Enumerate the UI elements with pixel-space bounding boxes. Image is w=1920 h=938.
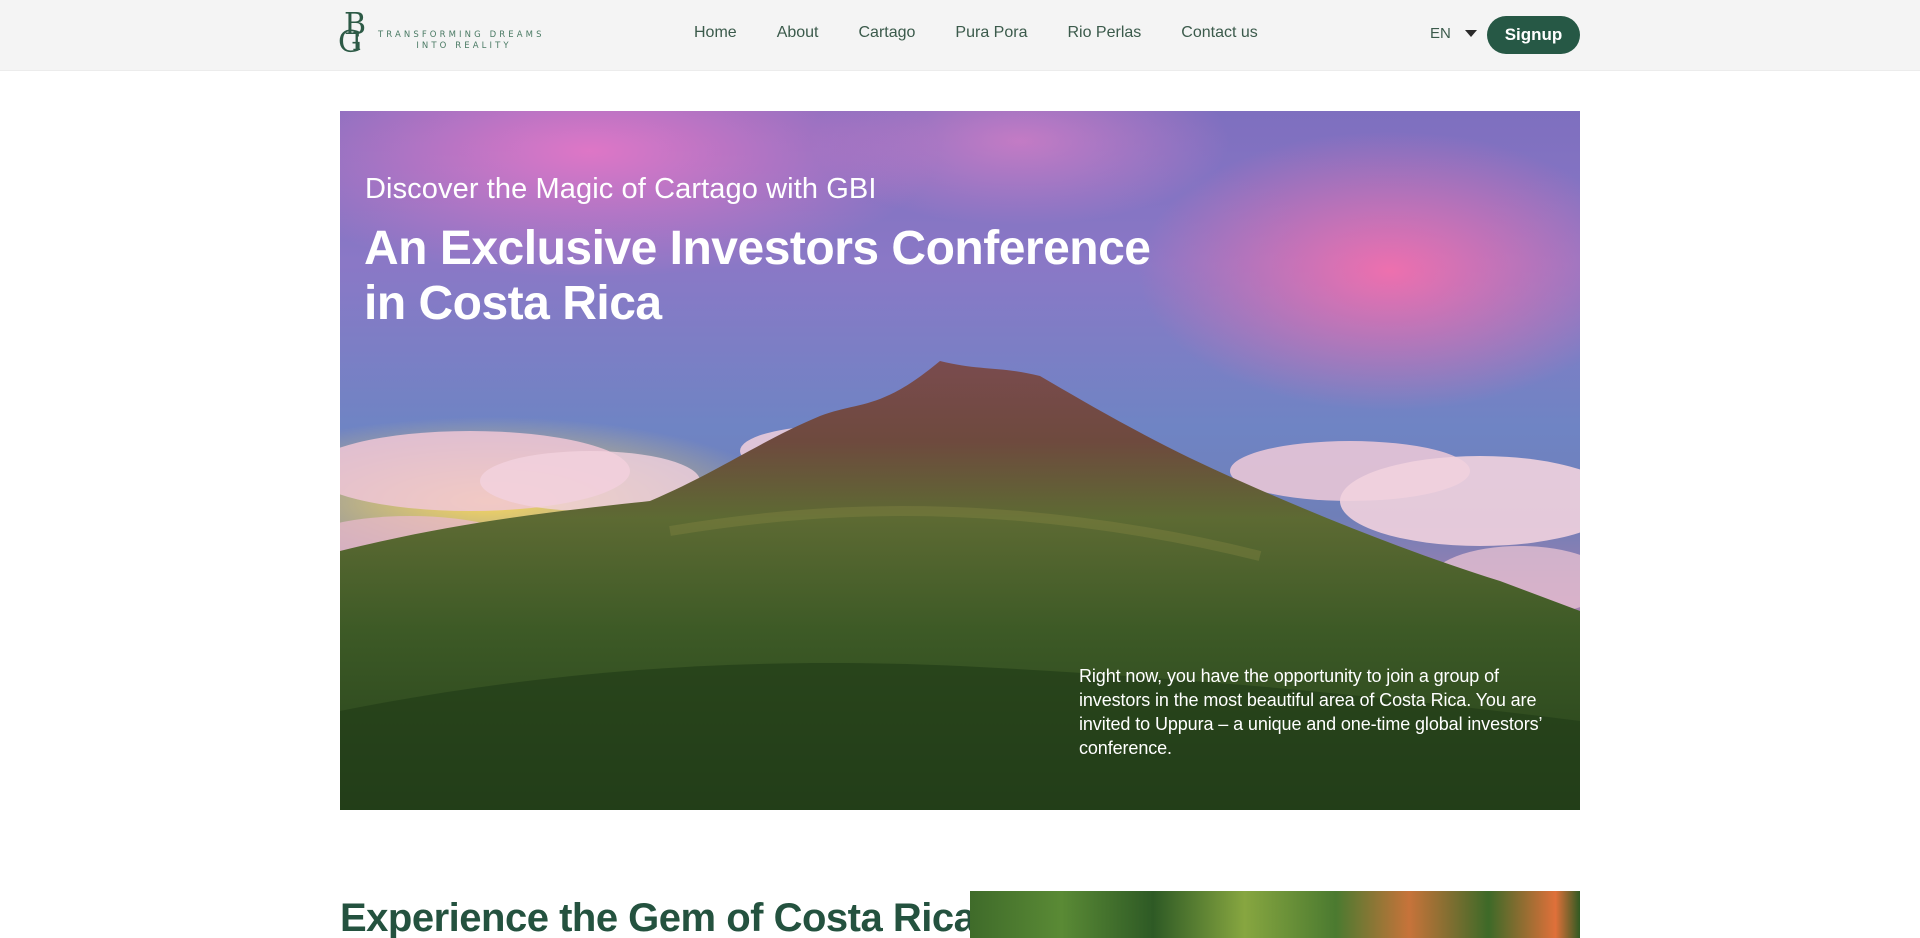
nav-pura-pora[interactable]: Pura Pora: [955, 24, 1027, 42]
hero-banner: Discover the Magic of Cartago with GBI A…: [340, 111, 1580, 810]
gbi-logo[interactable]: B G I TRANSFORMING DREAMS INTO REALITY: [338, 10, 578, 62]
hero-description: Right now, you have the opportunity to j…: [1079, 666, 1542, 758]
main-nav: Home About Cartago Pura Pora Rio Perlas …: [694, 24, 1298, 42]
hero-title: An Exclusive Investors Conference in Cos…: [364, 222, 1151, 330]
tropical-garden-image: [970, 891, 1580, 938]
logo-tagline-line2: INTO REALITY: [416, 41, 512, 51]
language-selector[interactable]: EN: [1430, 25, 1477, 42]
top-navigation-bar: B G I TRANSFORMING DREAMS INTO REALITY H…: [0, 0, 1920, 71]
chevron-down-icon: [1464, 30, 1477, 37]
signup-button[interactable]: Signup: [1487, 16, 1580, 54]
nav-home[interactable]: Home: [694, 24, 737, 42]
logo-tagline-line1: TRANSFORMING DREAMS: [378, 30, 545, 40]
nav-cartago[interactable]: Cartago: [859, 24, 916, 42]
nav-about[interactable]: About: [777, 24, 819, 42]
nav-contact-us[interactable]: Contact us: [1181, 24, 1257, 42]
nav-rio-perlas[interactable]: Rio Perlas: [1067, 24, 1141, 42]
language-label: EN: [1430, 25, 1451, 42]
logo-tagline: TRANSFORMING DREAMS INTO REALITY: [378, 30, 578, 52]
section-heading: Experience the Gem of Costa Rica: [340, 896, 976, 938]
hero-subtitle: Discover the Magic of Cartago with GBI: [365, 173, 877, 205]
gbi-monogram-icon: B G I: [338, 7, 367, 60]
